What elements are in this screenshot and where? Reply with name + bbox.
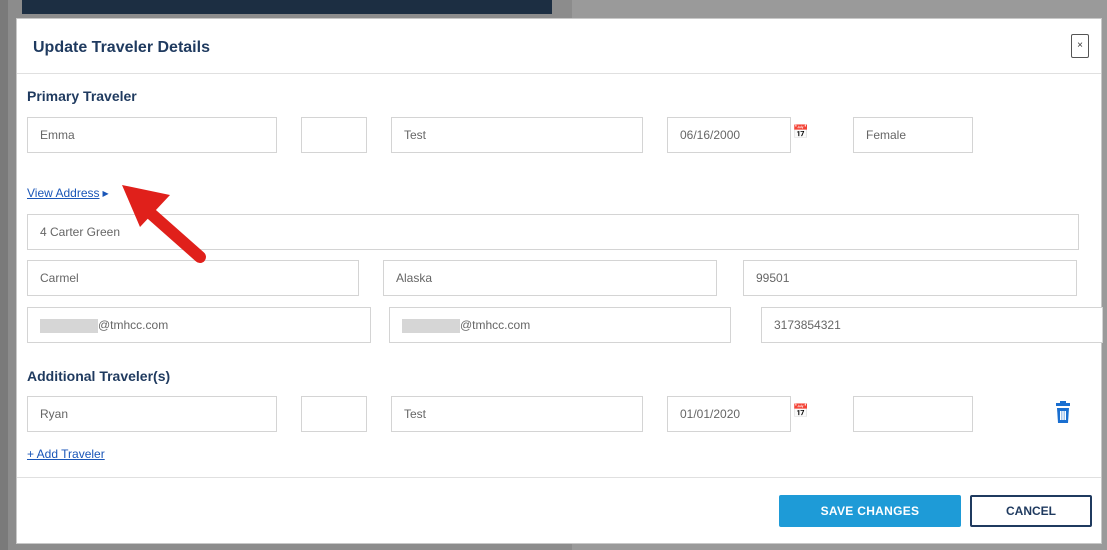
save-changes-button[interactable]: SAVE CHANGES bbox=[779, 495, 961, 527]
modal-title: Update Traveler Details bbox=[33, 39, 210, 56]
primary-middle-initial-field[interactable] bbox=[301, 117, 367, 153]
background-left-strip bbox=[0, 0, 8, 550]
redacted-email-prefix bbox=[40, 318, 98, 333]
redacted-email-prefix bbox=[402, 318, 460, 333]
additional-dob-field[interactable]: 01/01/2020 bbox=[667, 396, 791, 432]
city-field[interactable]: Carmel bbox=[27, 260, 359, 296]
additional-travelers-heading: Additional Traveler(s) bbox=[27, 368, 171, 384]
view-address-label: View Address bbox=[27, 186, 100, 200]
background-header-bar bbox=[22, 0, 552, 14]
email-field-1[interactable]: @tmhcc.com bbox=[27, 307, 371, 343]
additional-gender-field[interactable] bbox=[853, 396, 973, 432]
primary-gender-field[interactable]: Female bbox=[853, 117, 973, 153]
email-1-suffix: @tmhcc.com bbox=[98, 318, 169, 332]
additional-middle-initial-field[interactable] bbox=[301, 396, 367, 432]
primary-last-name-field[interactable]: Test bbox=[391, 117, 643, 153]
calendar-icon[interactable]: 📅 bbox=[787, 396, 815, 426]
view-address-link[interactable]: View Address ▶ bbox=[27, 186, 109, 200]
caret-right-icon: ▶ bbox=[102, 189, 109, 198]
additional-last-name-field[interactable]: Test bbox=[391, 396, 643, 432]
zip-field[interactable]: 99501 bbox=[743, 260, 1077, 296]
trash-icon[interactable] bbox=[1053, 401, 1073, 425]
email-2-suffix: @tmhcc.com bbox=[460, 318, 531, 332]
footer-divider bbox=[17, 477, 1101, 478]
primary-first-name-field[interactable]: Emma bbox=[27, 117, 277, 153]
email-field-2[interactable]: @tmhcc.com bbox=[389, 307, 731, 343]
additional-first-name-field[interactable]: Ryan bbox=[27, 396, 277, 432]
close-button[interactable]: × bbox=[1071, 34, 1089, 58]
add-traveler-link[interactable]: + Add Traveler bbox=[27, 447, 105, 461]
phone-field[interactable]: 3173854321 bbox=[761, 307, 1103, 343]
red-arrow-annotation bbox=[122, 185, 206, 263]
header-divider bbox=[17, 73, 1101, 74]
calendar-icon[interactable]: 📅 bbox=[787, 117, 815, 147]
cancel-button[interactable]: CANCEL bbox=[970, 495, 1092, 527]
update-traveler-modal: Update Traveler Details × Primary Travel… bbox=[16, 18, 1103, 544]
state-field[interactable]: Alaska bbox=[383, 260, 717, 296]
primary-traveler-heading: Primary Traveler bbox=[27, 88, 137, 104]
primary-dob-field[interactable]: 06/16/2000 bbox=[667, 117, 791, 153]
